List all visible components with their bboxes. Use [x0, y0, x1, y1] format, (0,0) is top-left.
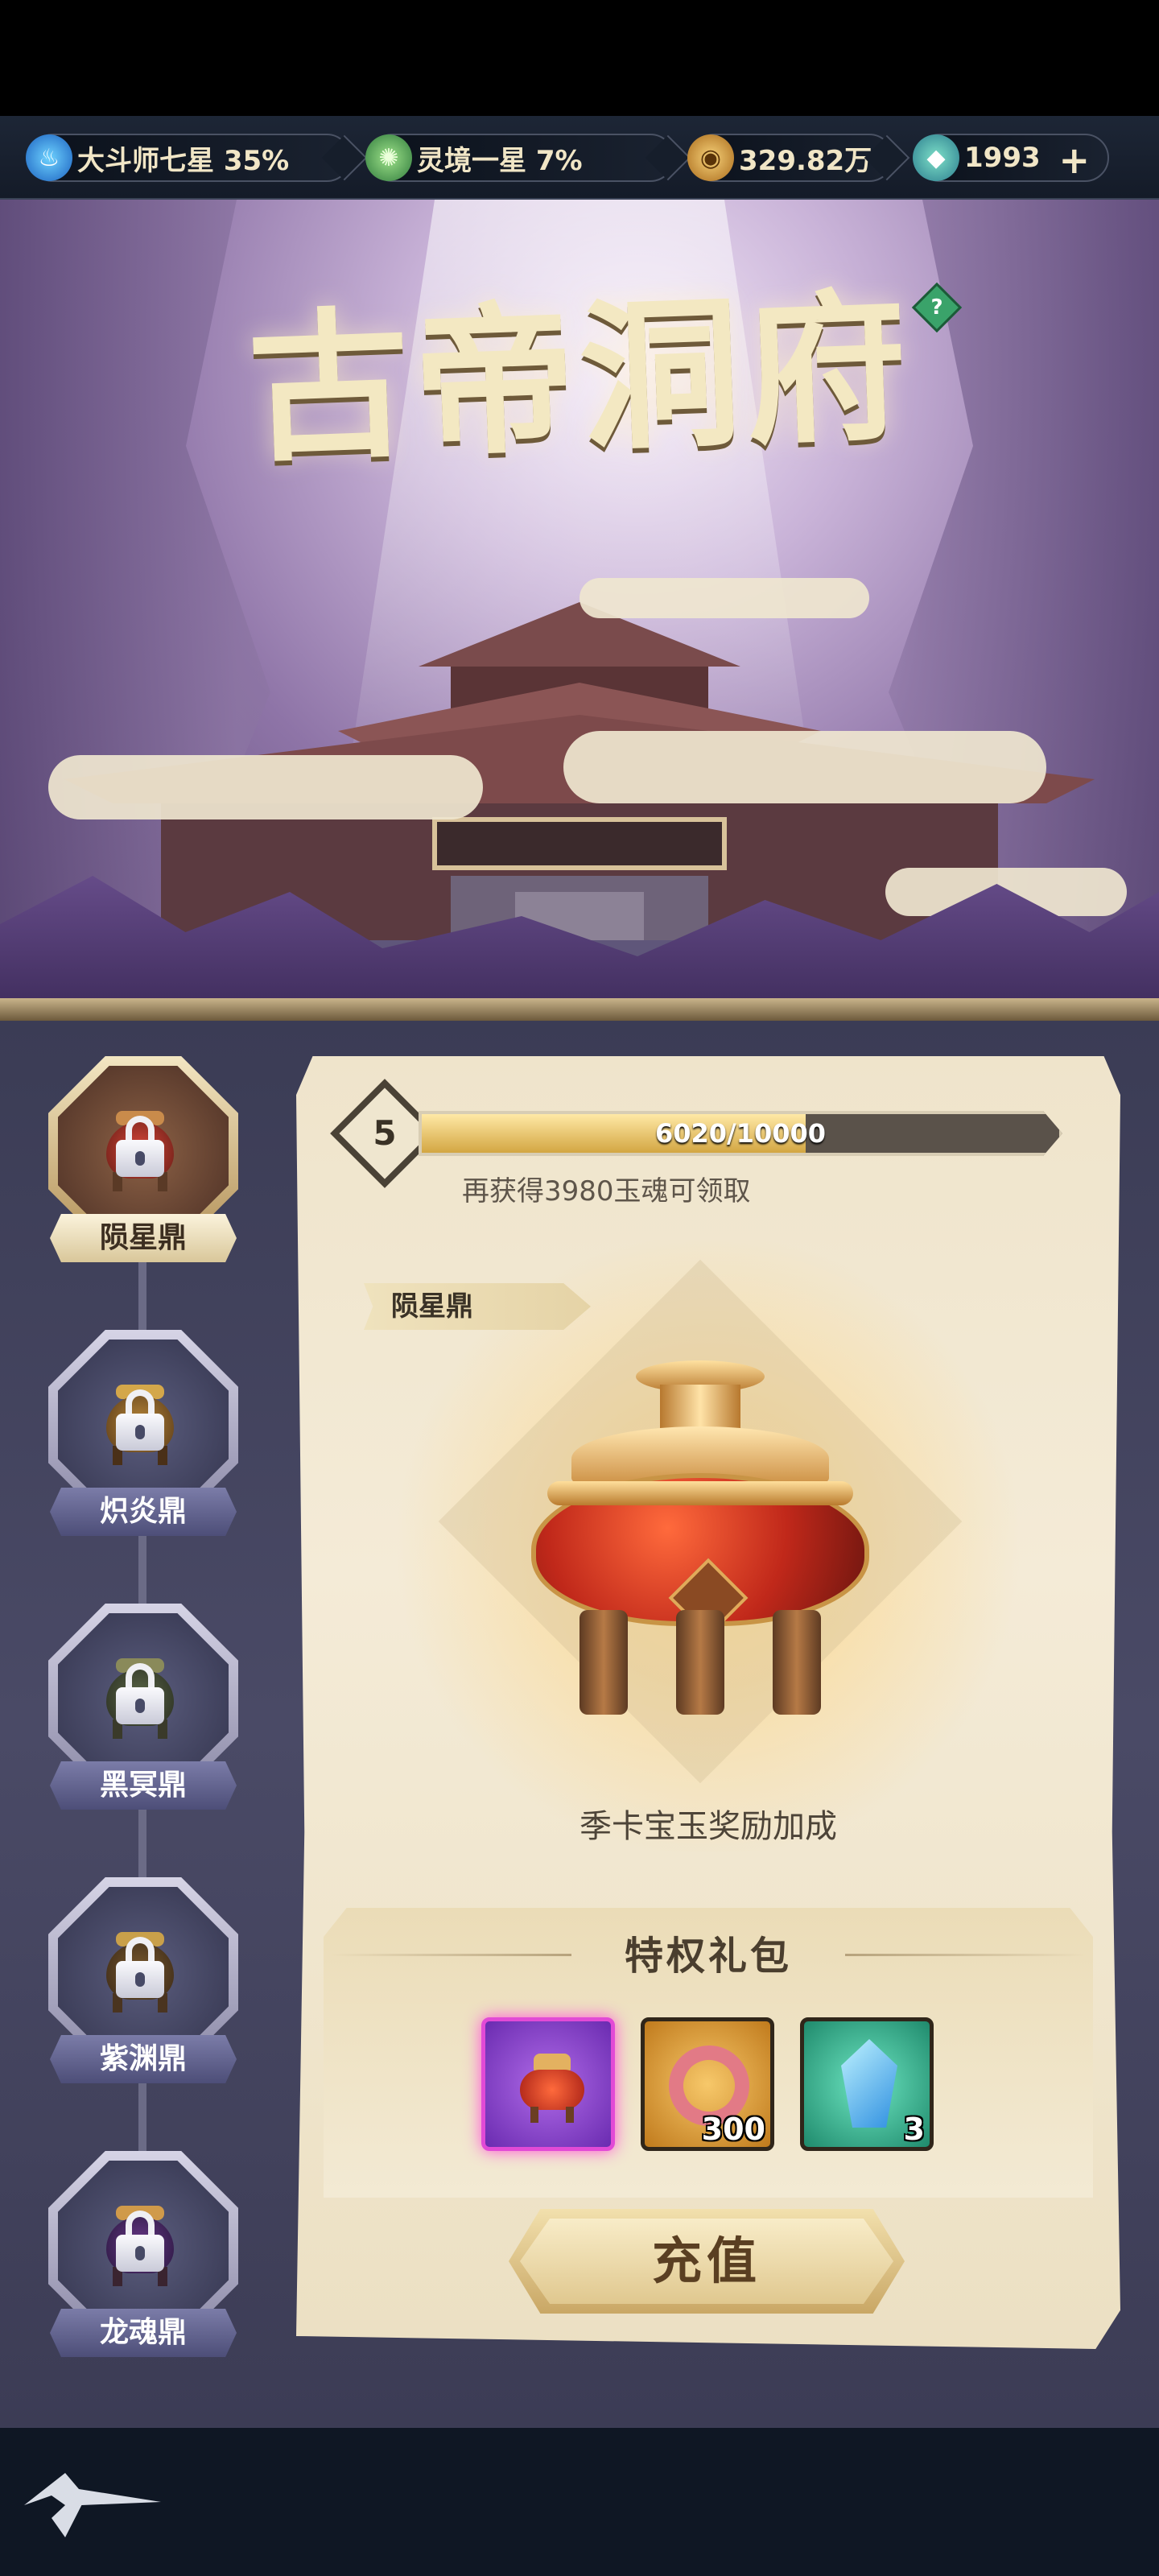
reward-slot[interactable]: 3: [800, 2017, 934, 2151]
resource-tail: [645, 134, 691, 181]
realm-resource[interactable]: ✺ 灵境一星 7%: [365, 134, 691, 182]
help-icon: ?: [930, 295, 943, 320]
cauldron-tab-yunxing[interactable]: 陨星鼎: [45, 1056, 241, 1265]
banner-frame: [0, 998, 1159, 1021]
progress-text: 6020/10000: [654, 1118, 827, 1149]
cauldron-label: 黑冥鼎: [50, 1761, 237, 1810]
jade-label: 1993: [964, 142, 1041, 174]
green-swirl-icon: ✺: [365, 134, 412, 181]
cauldron-icon: [516, 2046, 588, 2126]
recharge-label: 充值: [651, 2231, 761, 2290]
reward-slot[interactable]: 300: [641, 2017, 774, 2151]
cauldron-tab-chiyan[interactable]: 炽炎鼎: [45, 1330, 241, 1539]
jade-gem-icon: ◆: [913, 134, 959, 181]
bottom-bar: [0, 2428, 1159, 2576]
add-jade-button[interactable]: +: [1058, 138, 1090, 182]
realm-label: 灵境一星 7%: [417, 144, 583, 177]
lock-icon: [116, 2211, 164, 2272]
blue-flame-icon: ♨: [26, 134, 72, 181]
jade-resource[interactable]: ◆ 1993 +: [913, 134, 1109, 182]
reward-count: 300: [701, 2112, 765, 2147]
mist-cloud: [563, 731, 1046, 803]
cauldron-name-tag: 陨星鼎: [364, 1283, 591, 1330]
privilege-title: 特权礼包: [624, 1934, 792, 1979]
mist-cloud: [48, 755, 483, 819]
lock-icon: [116, 1663, 164, 1724]
rank-label: 大斗师七星 35%: [77, 144, 290, 177]
cauldron-label: 炽炎鼎: [50, 1488, 237, 1536]
cauldron-tab-heiming[interactable]: 黑冥鼎: [45, 1604, 241, 1813]
reward-slot[interactable]: [481, 2017, 615, 2151]
rank-resource[interactable]: ♨ 大斗师七星 35%: [26, 134, 368, 182]
resource-tail: [321, 134, 368, 181]
recharge-button[interactable]: 充值: [509, 2209, 905, 2314]
back-icon[interactable]: [24, 2473, 161, 2537]
status-bar: [0, 0, 1159, 116]
progress-hint: 再获得3980玉魂可领取: [462, 1175, 751, 1208]
gold-coin-icon: ◉: [687, 134, 734, 181]
gold-label: 329.82万: [739, 144, 872, 177]
level-number: 5: [373, 1113, 397, 1153]
cauldron-label: 龙魂鼎: [50, 2309, 237, 2357]
progress-bar: 6020/10000: [419, 1111, 1062, 1156]
lock-icon: [116, 1116, 164, 1177]
bonus-text: 季卡宝玉奖励加成: [580, 1808, 837, 1845]
lock-icon: [116, 1937, 164, 1998]
reward-count: 3: [903, 2112, 925, 2147]
cauldron-label: 紫渊鼎: [50, 2035, 237, 2083]
blue-crystal-icon: [841, 2039, 897, 2128]
cauldron-showcase: [523, 1360, 877, 1731]
mist-cloud: [580, 578, 869, 618]
cauldron-tab-ziyuan[interactable]: 紫渊鼎: [45, 1877, 241, 2087]
lock-icon: [116, 1389, 164, 1451]
cauldron-label: 陨星鼎: [50, 1214, 237, 1262]
gold-resource[interactable]: ◉ 329.82万: [687, 134, 910, 182]
resource-bar: ♨ 大斗师七星 35% ✺ 灵境一星 7% ◉ 329.82万 ◆ 1993 +: [0, 116, 1159, 200]
cauldron-tab-longhun[interactable]: 龙魂鼎: [45, 2151, 241, 2360]
event-title: 古帝洞府: [245, 272, 915, 485]
event-banner: 古帝洞府 ?: [0, 200, 1159, 1021]
game-screen: ♨ 大斗师七星 35% ✺ 灵境一星 7% ◉ 329.82万 ◆ 1993 +: [0, 0, 1159, 2576]
